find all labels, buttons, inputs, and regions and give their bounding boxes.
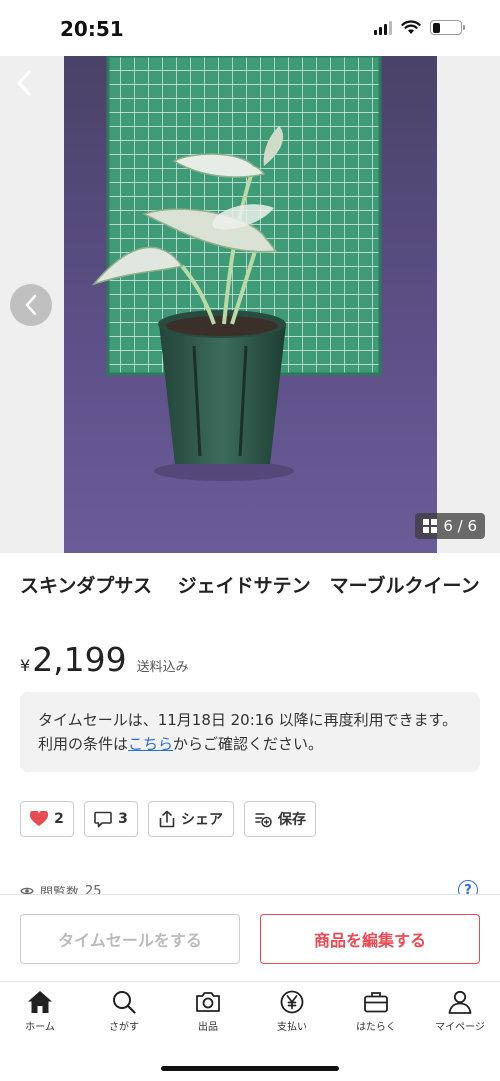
tab-work[interactable]: はたらく [336,990,416,1033]
tab-label: マイページ [435,1022,485,1033]
comment-button[interactable]: 3 [84,801,138,837]
comment-icon [94,811,112,827]
tab-label: 支払い [277,1022,307,1033]
product-photo-area[interactable]: 6 / 6 [0,56,500,553]
wifi-icon [401,20,421,34]
notice-text-end: からご確認ください。 [173,735,324,753]
price-row: ¥ 2,199 送料込み [20,640,189,679]
shipping-label: 送料込み [136,660,189,675]
tab-mypage[interactable]: マイページ [420,990,500,1033]
share-label: シェア [181,812,223,828]
back-arrow-icon [17,70,31,96]
grid-icon [423,519,438,533]
product-photo[interactable] [64,56,437,553]
back-button[interactable] [10,66,38,100]
plant-photo [64,56,437,553]
share-button[interactable]: シェア [148,801,234,837]
conditions-link[interactable]: こちら [128,735,173,753]
person-icon [448,990,472,1014]
bottom-action-bar: タイムセールをする 商品を編集する [0,894,500,981]
tab-label: 出品 [198,1022,218,1033]
cellular-signal-icon [374,20,392,35]
action-buttons: 2 3 シェア 保存 [20,801,316,837]
status-time: 20:51 [60,17,124,41]
price: 2,199 [32,640,127,679]
like-button[interactable]: 2 [20,801,74,837]
camera-icon [196,992,220,1012]
comment-count: 3 [118,811,128,827]
search-icon [113,991,136,1014]
edit-item-button[interactable]: 商品を編集する [260,914,480,964]
battery-level [432,22,441,33]
tab-payment[interactable]: 支払い [252,990,332,1033]
tab-sell[interactable]: 出品 [168,990,248,1033]
home-icon [28,991,52,1013]
tab-label: はたらく [356,1022,396,1033]
prev-chevron-icon [25,294,37,316]
battery-icon [430,20,465,35]
yen-icon [280,990,304,1014]
product-title: スキンダプサス ジェイドサテン マーブルクイーン [20,575,480,597]
status-icons [374,20,465,35]
tab-label: ホーム [25,1022,55,1033]
image-counter-text: 6 / 6 [443,517,477,535]
tab-home[interactable]: ホーム [0,990,80,1033]
share-icon [159,810,175,828]
tab-bar: ホーム さがす 出品 支払い はたらく マイページ [0,981,500,1081]
tab-search[interactable]: さがす [84,990,164,1033]
briefcase-icon [364,992,388,1013]
home-indicator [161,1066,339,1071]
status-bar: 20:51 [0,0,500,56]
like-count: 2 [54,811,64,827]
tab-label: さがす [109,1022,139,1033]
currency-symbol: ¥ [20,656,31,675]
save-button[interactable]: 保存 [244,801,316,837]
image-counter[interactable]: 6 / 6 [415,513,485,539]
save-label: 保存 [278,812,306,828]
timesale-notice: タイムセールは、11月18日 20:16 以降に再度利用できます。利用の条件はこ… [20,692,480,772]
save-icon [255,813,272,828]
timesale-button[interactable]: タイムセールをする [20,914,240,964]
previous-image-button[interactable] [10,284,52,326]
heart-icon [30,811,49,826]
